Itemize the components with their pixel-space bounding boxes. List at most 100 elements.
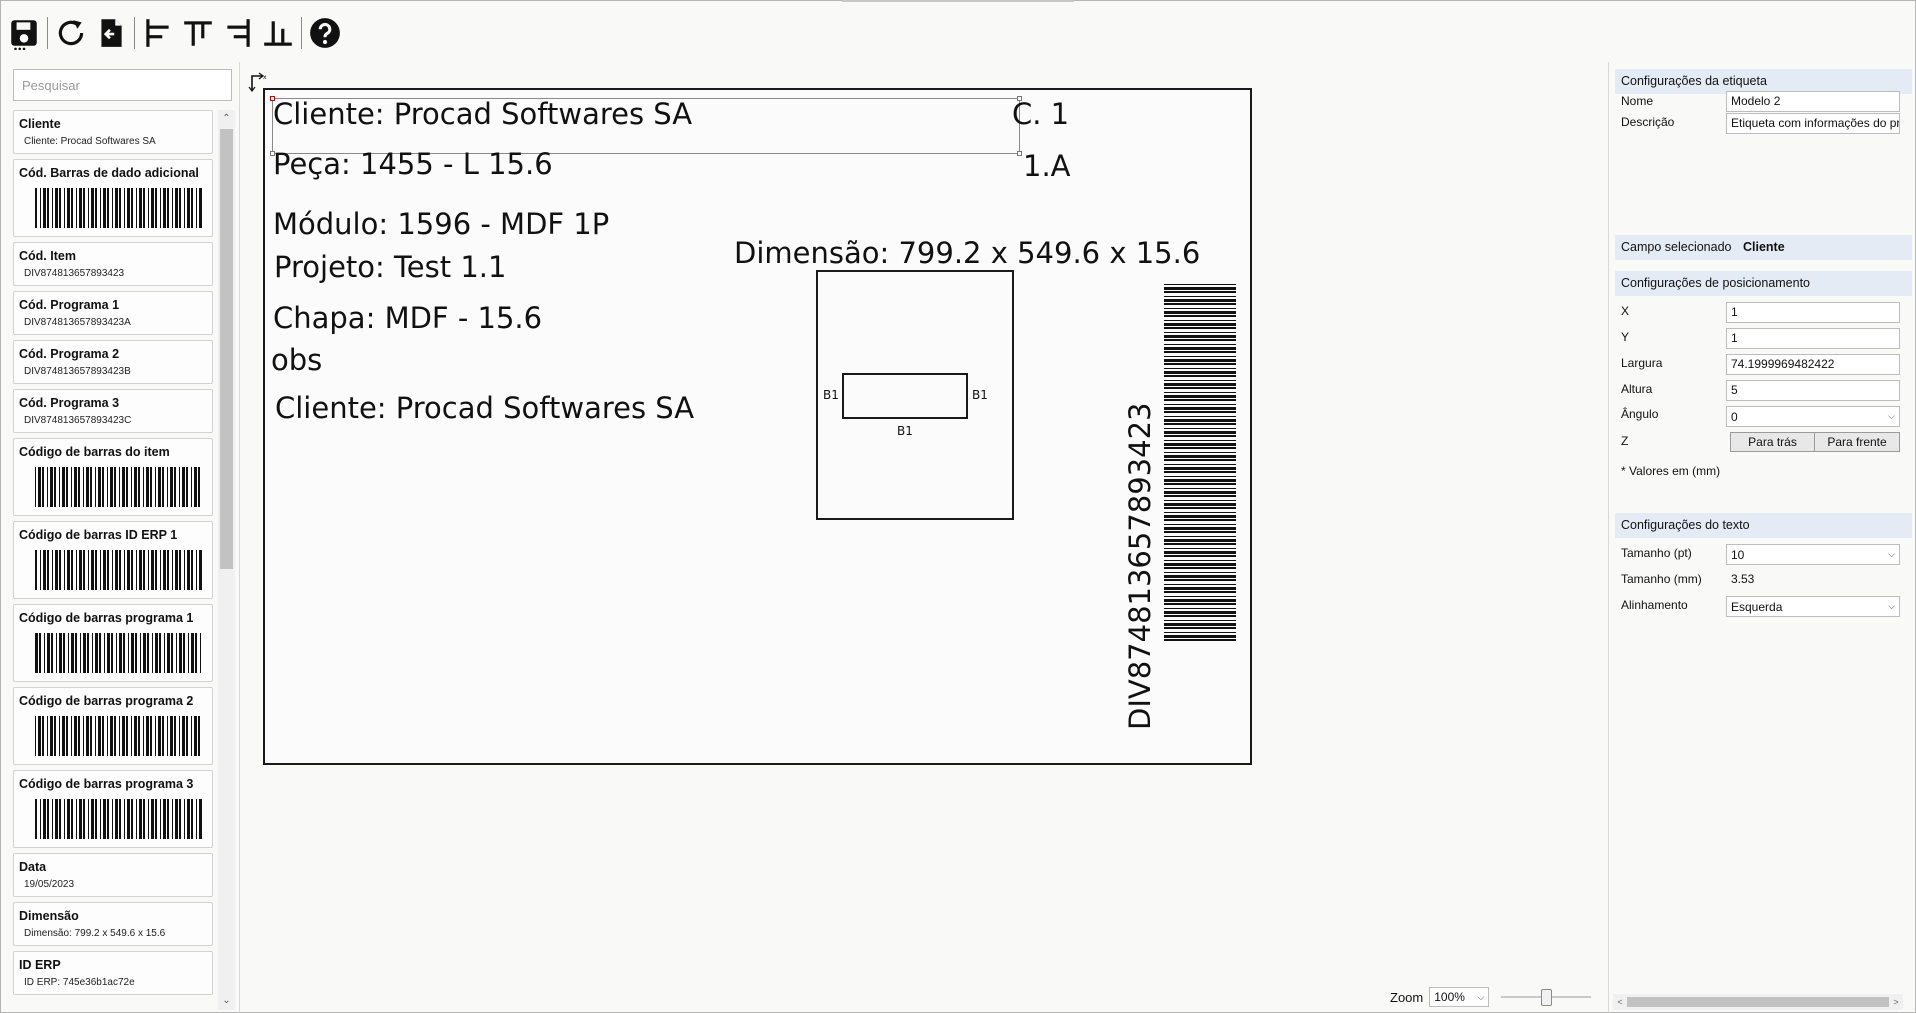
bring-front-button[interactable]: Para frente <box>1814 432 1900 452</box>
scroll-down-arrow-icon[interactable]: ⌄ <box>218 992 235 1010</box>
resize-handle[interactable] <box>1017 151 1022 156</box>
angle-select[interactable]: 0 ⌵ <box>1726 406 1900 427</box>
field-list-scrollbar[interactable]: ⌃ ⌄ <box>218 110 235 1010</box>
barcode-bar <box>35 716 36 756</box>
barcode-bar <box>107 799 109 839</box>
width-field[interactable]: 74.1999969482422 <box>1726 354 1900 375</box>
y-field[interactable]: 1 <box>1726 328 1900 349</box>
barcode-bar <box>191 799 193 839</box>
barcode-bar <box>1164 383 1236 386</box>
barcode-bar <box>174 716 176 756</box>
dimension-diagram[interactable]: B1 B1 B1 <box>816 270 1014 520</box>
properties-horizontal-scrollbar[interactable]: < > <box>1613 994 1903 1010</box>
description-field[interactable]: Etiqueta com informações do pr <box>1726 113 1900 134</box>
field-card-name: Cód. Programa 3 <box>19 396 120 410</box>
barcode-bar <box>59 467 60 507</box>
barcode-bar <box>86 716 89 756</box>
label-field-dimensao[interactable]: Dimensão: 799.2 x 549.6 x 15.6 <box>734 239 1200 268</box>
save-button[interactable] <box>4 13 44 53</box>
barcode-bar <box>1164 323 1236 326</box>
barcode-preview <box>35 550 202 590</box>
field-card[interactable]: ID ERP ID ERP: 745e36b1ac72e <box>13 951 213 995</box>
field-card[interactable]: Código de barras programa 2 <box>13 687 213 765</box>
window-grip[interactable] <box>842 0 1074 2</box>
label-field-modulo[interactable]: Módulo: 1596 - MDF 1P <box>273 210 609 239</box>
barcode-bar <box>139 799 142 839</box>
label-canvas[interactable]: Cliente: Procad Softwares SA C. 1 Peça: … <box>263 88 1252 765</box>
scroll-right-arrow-icon[interactable]: > <box>1889 994 1903 1010</box>
toolbar-separator <box>134 17 135 49</box>
barcode-bar <box>1164 536 1236 537</box>
barcode-bar <box>111 633 113 673</box>
label-field-cliente-2[interactable]: Cliente: Procad Softwares SA <box>275 394 694 423</box>
barcode-bar <box>88 799 89 839</box>
barcode-bar <box>119 716 120 756</box>
barcode-bar <box>151 188 154 228</box>
field-card[interactable]: Código de barras programa 1 <box>13 604 213 682</box>
align-right-button[interactable] <box>218 13 258 53</box>
scroll-up-arrow-icon[interactable]: ⌃ <box>218 110 235 128</box>
field-card-name: Código de barras programa 3 <box>19 777 194 791</box>
edge-label-left: B1 <box>823 388 839 402</box>
field-card-name: Cliente <box>19 117 61 131</box>
label-field-1a[interactable]: 1.A <box>1023 152 1071 181</box>
size-pt-select[interactable]: 10 ⌵ <box>1726 544 1900 565</box>
height-field[interactable]: 5 <box>1726 380 1900 401</box>
name-field[interactable]: Modelo 2 <box>1726 91 1900 112</box>
search-input[interactable] <box>13 69 232 101</box>
field-card[interactable]: Código de barras do item <box>13 438 213 516</box>
barcode-bar <box>148 550 149 590</box>
field-card[interactable]: Cliente Cliente: Procad Softwares SA <box>13 110 213 154</box>
field-card[interactable]: Cód. Barras de dado adicional <box>13 159 213 237</box>
align-bottom-button[interactable] <box>258 13 298 53</box>
barcode-bar <box>1164 507 1236 509</box>
name-label: Nome <box>1621 94 1654 108</box>
field-card[interactable]: Código de barras ID ERP 1 <box>13 521 213 599</box>
barcode-bar <box>1164 351 1236 353</box>
barcode-bar <box>174 467 176 507</box>
align-left-button[interactable] <box>138 13 178 53</box>
refresh-button[interactable] <box>51 13 91 53</box>
scroll-left-arrow-icon[interactable]: < <box>1613 994 1627 1010</box>
align-top-button[interactable] <box>178 13 218 53</box>
barcode-bar <box>134 467 137 507</box>
field-card[interactable]: Cód. Programa 2 DIV874813657893423B <box>13 340 213 384</box>
barcode-bar <box>155 716 156 756</box>
horizontal-scroll-thumb[interactable] <box>1627 997 1889 1007</box>
barcode-bar <box>64 799 65 839</box>
barcode-bar <box>191 188 193 228</box>
barcode-bar <box>98 467 101 507</box>
label-field-projeto[interactable]: Projeto: Test 1.1 <box>274 253 506 282</box>
field-card[interactable]: Data 19/05/2023 <box>13 853 213 897</box>
x-field[interactable]: 1 <box>1726 302 1900 323</box>
field-card[interactable]: Cód. Programa 3 DIV874813657893423C <box>13 389 213 433</box>
import-button[interactable] <box>91 13 131 53</box>
zoom-slider-thumb[interactable] <box>1541 989 1553 1006</box>
help-button[interactable] <box>305 13 345 53</box>
field-card[interactable]: Código de barras programa 3 <box>13 770 213 848</box>
barcode-bar <box>71 716 72 756</box>
field-card[interactable]: Cód. Item DIV874813657893423 <box>13 242 213 286</box>
field-card[interactable]: Dimensão Dimensão: 799.2 x 549.6 x 15.6 <box>13 902 213 946</box>
label-field-chapa[interactable]: Chapa: MDF - 15.6 <box>273 304 542 333</box>
label-field-cliente[interactable]: Cliente: Procad Softwares SA <box>273 100 692 129</box>
barcode-bar <box>110 467 113 507</box>
alignment-select[interactable]: Esquerda ⌵ <box>1726 596 1900 617</box>
zoom-select[interactable]: 100% ⌵ <box>1429 987 1490 1007</box>
barcode-bar <box>47 550 49 590</box>
barcode-bar <box>151 799 154 839</box>
label-field-item-code[interactable]: DIV874813657893423 <box>1123 403 1157 730</box>
barcode-bar <box>196 550 197 590</box>
label-field-peca[interactable]: Peça: 1455 - L 15.6 <box>273 150 553 179</box>
barcode-bar <box>107 188 109 228</box>
barcode-bar <box>1164 363 1236 365</box>
send-back-button[interactable]: Para trás <box>1730 432 1815 452</box>
scroll-thumb[interactable] <box>220 129 233 569</box>
label-field-obs[interactable]: obs <box>271 346 322 375</box>
barcode-bar <box>68 633 69 673</box>
label-field-c1[interactable]: C. 1 <box>1012 100 1069 129</box>
item-barcode[interactable] <box>1164 284 1236 642</box>
field-card[interactable]: Cód. Programa 1 DIV874813657893423A <box>13 291 213 335</box>
zoom-slider[interactable] <box>1501 987 1592 1007</box>
barcode-bar <box>90 467 92 507</box>
